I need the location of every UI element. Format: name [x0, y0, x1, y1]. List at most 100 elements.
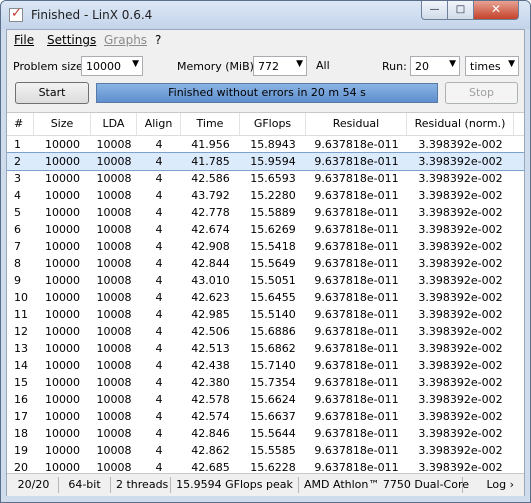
- table-row[interactable]: 4 10000 10008 4 43.792 15.2280 9.637818e-011 3.…: [7, 187, 524, 204]
- table-row[interactable]: 8 10000 10008 4 42.844 15.5649 9.637818e-011 3.…: [7, 255, 524, 272]
- chevron-down-icon: ▼: [449, 59, 456, 69]
- cell-align: 4: [155, 410, 163, 423]
- chevron-down-icon: ▼: [132, 59, 139, 69]
- cell-index: 13: [14, 342, 28, 355]
- stop-button[interactable]: Stop: [445, 82, 518, 104]
- table-row[interactable]: 13 10000 10008 4 42.513 15.6862 9.637818e-011 3…: [7, 340, 524, 357]
- cell-size: 10000: [45, 461, 80, 473]
- table-row[interactable]: 19 10000 10008 4 42.862 15.5585 9.637818e-011 3…: [7, 442, 524, 459]
- progress-bar: Finished without errors in 20 m 54 s: [96, 83, 438, 103]
- problem-size-combo[interactable]: 10000 ▼: [81, 56, 143, 76]
- cell-lda: 10008: [96, 274, 132, 287]
- title-bar[interactable]: ✓ Finished - LinX 0.6.4 — □ ✕: [1, 1, 530, 29]
- cell-gflops: 15.2280: [250, 189, 296, 202]
- cell-residual-norm: 3.398392e-002: [418, 274, 503, 287]
- cell-time: 42.685: [191, 461, 230, 473]
- table-row[interactable]: 12 10000 10008 4 42.506 15.6886 9.637818e-011 3…: [7, 323, 524, 340]
- cell-time: 42.844: [191, 257, 230, 270]
- cell-residual: 9.637818e-011: [314, 172, 399, 185]
- log-button[interactable]: Log ›: [469, 477, 519, 493]
- table-row[interactable]: 18 10000 10008 4 42.846 15.5644 9.637818e-011 3…: [7, 425, 524, 442]
- cell-size: 10000: [45, 291, 80, 304]
- table-row[interactable]: 11 10000 10008 4 42.985 15.5140 9.637818e-011 3…: [7, 306, 524, 323]
- cell-time: 43.010: [191, 274, 230, 287]
- cell-align: 4: [155, 274, 163, 287]
- cell-align: 4: [155, 325, 163, 338]
- column-header-size[interactable]: Size: [34, 113, 91, 135]
- cell-residual: 9.637818e-011: [314, 274, 399, 287]
- cell-time: 42.674: [191, 223, 230, 236]
- memory-combo[interactable]: 772 ▼: [253, 56, 307, 76]
- menu-settings[interactable]: Settings: [47, 33, 96, 47]
- table-row[interactable]: 6 10000 10008 4 42.674 15.6269 9.637818e-011 3.…: [7, 221, 524, 238]
- cell-residual: 9.637818e-011: [314, 206, 399, 219]
- cell-index: 10: [14, 291, 28, 304]
- cell-index: 5: [14, 206, 21, 219]
- table-row[interactable]: 14 10000 10008 4 42.438 15.7140 9.637818e-011 3…: [7, 357, 524, 374]
- cell-residual: 9.637818e-011: [314, 155, 399, 168]
- cell-gflops: 15.5051: [250, 274, 296, 287]
- cell-align: 4: [155, 308, 163, 321]
- cell-gflops: 15.5889: [250, 206, 296, 219]
- cell-time: 42.438: [191, 359, 230, 372]
- run-count-combo[interactable]: 20 ▼: [410, 56, 460, 76]
- cell-residual-norm: 3.398392e-002: [418, 342, 503, 355]
- column-header-index[interactable]: #: [7, 113, 34, 135]
- table-row[interactable]: 20 10000 10008 4 42.685 15.6228 9.637818e-011 3…: [7, 459, 524, 473]
- cell-residual-norm: 3.398392e-002: [418, 240, 503, 253]
- cell-residual: 9.637818e-011: [314, 223, 399, 236]
- problem-size-value: 10000: [86, 60, 121, 73]
- cell-size: 10000: [45, 172, 80, 185]
- cell-index: 14: [14, 359, 28, 372]
- cell-time: 42.586: [191, 172, 230, 185]
- close-button[interactable]: ✕: [473, 1, 519, 20]
- table-row[interactable]: 10 10000 10008 4 42.623 15.6455 9.637818e-011 3…: [7, 289, 524, 306]
- table-row[interactable]: 5 10000 10008 4 42.778 15.5889 9.637818e-011 3.…: [7, 204, 524, 221]
- table-row[interactable]: 3 10000 10008 4 42.586 15.6593 9.637818e-011 3.…: [7, 170, 524, 187]
- cell-lda: 10008: [96, 291, 132, 304]
- table-row[interactable]: 15 10000 10008 4 42.380 15.7354 9.637818e-011 3…: [7, 374, 524, 391]
- table-header: # Size LDA Align Time GFlops Residual Re…: [7, 113, 524, 136]
- table-row[interactable]: 2 10000 10008 4 41.785 15.9594 9.637818e-011 3.…: [7, 152, 524, 171]
- cell-index: 6: [14, 223, 21, 236]
- column-header-align[interactable]: Align: [137, 113, 181, 135]
- cell-index: 1: [14, 138, 21, 151]
- column-header-gflops[interactable]: GFlops: [240, 113, 306, 135]
- table-row[interactable]: 1 10000 10008 4 41.956 15.8943 9.637818e-011 3.…: [7, 136, 524, 153]
- progress-text: Finished without errors in 20 m 54 s: [168, 86, 366, 99]
- cell-index: 18: [14, 427, 28, 440]
- cell-lda: 10008: [96, 410, 132, 423]
- table-row[interactable]: 17 10000 10008 4 42.574 15.6637 9.637818e-011 3…: [7, 408, 524, 425]
- menu-graphs[interactable]: Graphs: [104, 33, 147, 47]
- cell-lda: 10008: [96, 240, 132, 253]
- cell-size: 10000: [45, 206, 80, 219]
- table-row[interactable]: 7 10000 10008 4 42.908 15.5418 9.637818e-011 3.…: [7, 238, 524, 255]
- status-peak-gflops: 15.9594 GFlops peak: [171, 477, 299, 493]
- cell-size: 10000: [45, 257, 80, 270]
- column-header-residual[interactable]: Residual: [306, 113, 407, 135]
- column-header-time[interactable]: Time: [181, 113, 240, 135]
- start-button[interactable]: Start: [15, 82, 89, 104]
- column-header-lda[interactable]: LDA: [91, 113, 137, 135]
- maximize-button[interactable]: □: [447, 1, 474, 20]
- cell-index: 12: [14, 325, 28, 338]
- column-header-residual-norm[interactable]: Residual (norm.): [407, 113, 514, 135]
- cell-align: 4: [155, 240, 163, 253]
- table-row[interactable]: 9 10000 10008 4 43.010 15.5051 9.637818e-011 3.…: [7, 272, 524, 289]
- cell-gflops: 15.6624: [250, 393, 296, 406]
- app-window: ✓ Finished - LinX 0.6.4 — □ ✕ File Setti…: [0, 0, 531, 503]
- menu-help-label: ?: [155, 33, 162, 47]
- minimize-button[interactable]: —: [421, 1, 448, 20]
- run-unit-combo[interactable]: times ▼: [465, 56, 519, 76]
- cell-residual-norm: 3.398392e-002: [418, 257, 503, 270]
- table-row[interactable]: 16 10000 10008 4 42.578 15.6624 9.637818e-011 3…: [7, 391, 524, 408]
- results-table[interactable]: # Size LDA Align Time GFlops Residual Re…: [7, 112, 524, 473]
- cell-gflops: 15.6637: [250, 410, 296, 423]
- cell-gflops: 15.6269: [250, 223, 296, 236]
- cell-gflops: 15.5418: [250, 240, 296, 253]
- cell-gflops: 15.6228: [250, 461, 296, 473]
- menu-help[interactable]: ?: [155, 33, 161, 47]
- all-memory-label[interactable]: All: [316, 59, 330, 72]
- cell-size: 10000: [45, 359, 80, 372]
- menu-file[interactable]: File: [14, 33, 34, 47]
